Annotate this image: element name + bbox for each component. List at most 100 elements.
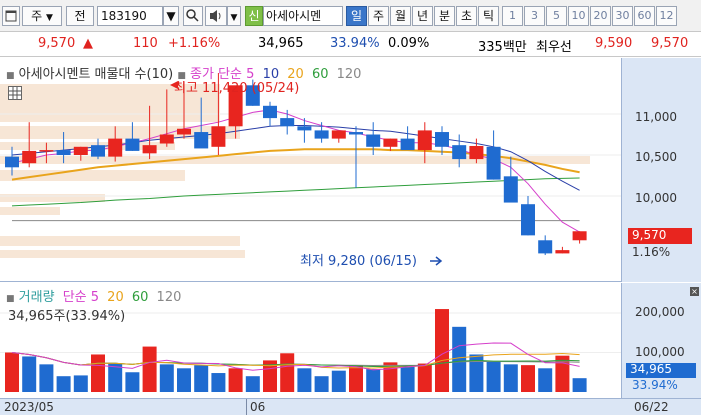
legend-marker-icon: ■ bbox=[6, 294, 15, 304]
candle-body bbox=[349, 132, 363, 135]
volume-bar bbox=[400, 366, 415, 392]
volume-bar bbox=[452, 326, 467, 392]
candle-body bbox=[572, 231, 587, 241]
vol-ma5-label: 5 bbox=[90, 290, 100, 305]
interval-tab[interactable]: 30 bbox=[612, 6, 633, 26]
volume-bar bbox=[331, 370, 346, 392]
price-chart-panel[interactable]: ■ 아세아시멘트 매물대 수(10) ■ 종가 단순 5 10 20 60 12… bbox=[0, 58, 621, 282]
y-tick-label: 10,000 bbox=[635, 191, 677, 205]
quote-bar: 9,570 ▲ 110 +1.16% 34,965 33.94% 0.09% 3… bbox=[0, 32, 701, 57]
volume-bar bbox=[228, 368, 243, 392]
month-divider bbox=[246, 399, 247, 415]
chevron-down-icon: ▼ bbox=[45, 13, 53, 23]
volume-bar bbox=[142, 346, 157, 392]
volume-bar bbox=[417, 363, 432, 392]
last-price: 9,570 bbox=[632, 228, 667, 242]
candle-body bbox=[400, 138, 415, 151]
speaker-icon[interactable] bbox=[205, 6, 227, 26]
volume-bar bbox=[211, 373, 226, 392]
last-price-pct: 1.16% bbox=[632, 245, 671, 259]
candle-body bbox=[280, 118, 295, 127]
volume-bar bbox=[503, 364, 518, 392]
ask-price: 9,590 bbox=[595, 36, 633, 51]
volume-bar bbox=[349, 365, 363, 392]
volume-ratio: 33.94% bbox=[330, 36, 380, 51]
market-label: 주 bbox=[31, 9, 43, 23]
period-tab[interactable]: 주 bbox=[368, 6, 389, 26]
volume-subtitle: 34,965주(33.94%) bbox=[8, 309, 126, 324]
prev-button[interactable]: 전 bbox=[66, 6, 94, 26]
volume-axis: × 200,000 100,000 34,965 33.94% bbox=[621, 283, 701, 398]
volume-bar bbox=[366, 369, 381, 392]
close-icon[interactable]: × bbox=[690, 287, 699, 296]
stock-chart-window: 주 ▼ 전 183190 ▼ ▼ 신 아세아시멘 일주월년분초틱 1 3 5 10 20… bbox=[0, 0, 701, 415]
volume-bar bbox=[108, 363, 123, 392]
vol-y-tick-label: 200,000 bbox=[635, 305, 685, 319]
vol-y-tick-label: 100,000 bbox=[635, 345, 685, 359]
period-tab[interactable]: 틱 bbox=[478, 6, 499, 26]
interval-tab[interactable]: 10 bbox=[568, 6, 589, 26]
candle-body bbox=[108, 138, 123, 157]
trade-amount: 335백만 bbox=[478, 40, 527, 55]
volume-bar bbox=[22, 356, 37, 392]
period-tab[interactable]: 분 bbox=[434, 6, 455, 26]
price-change-pct: +1.16% bbox=[168, 36, 221, 51]
last-volume: 34,965 bbox=[630, 362, 672, 376]
ma60-label: 60 bbox=[311, 67, 329, 82]
volume-bar bbox=[194, 365, 209, 392]
interval-tab[interactable]: 3 bbox=[524, 6, 545, 26]
window-icon[interactable] bbox=[2, 6, 20, 26]
current-price: 9,570 bbox=[38, 36, 76, 51]
candle-body bbox=[555, 250, 570, 254]
candle-body bbox=[383, 138, 398, 147]
last-price-tag: 9,570 bbox=[628, 228, 692, 244]
volume-bar bbox=[435, 309, 449, 392]
date-start: 2023/05 bbox=[4, 400, 54, 414]
search-icon[interactable] bbox=[183, 6, 203, 26]
code-dropdown-icon[interactable]: ▼ bbox=[163, 6, 179, 26]
period-tab[interactable]: 년 bbox=[412, 6, 433, 26]
volume-bar bbox=[538, 368, 553, 392]
vol-ma60-label: 60 bbox=[131, 290, 149, 305]
price-legend-stock: 아세아시멘트 매물대 수(10) bbox=[18, 67, 174, 82]
candle-body bbox=[486, 146, 501, 180]
interval-tab[interactable]: 60 bbox=[634, 6, 655, 26]
grid-icon[interactable] bbox=[8, 86, 22, 100]
date-axis: 2023/05 06 06/22 bbox=[0, 398, 701, 415]
stock-name-field[interactable]: 아세아시멘 bbox=[263, 6, 343, 26]
vol-ma20-label: 20 bbox=[107, 290, 124, 305]
volume-profile-band bbox=[0, 207, 60, 215]
candle-body bbox=[503, 176, 518, 203]
interval-tab[interactable]: 1 bbox=[502, 6, 523, 26]
interval-tab[interactable]: 12 bbox=[656, 6, 677, 26]
ma60-line bbox=[11, 177, 580, 207]
volume-bar bbox=[91, 354, 105, 392]
high-label: 최고 11,420 (05/24) bbox=[174, 81, 300, 96]
price-change: 110 bbox=[133, 36, 158, 51]
candle-body bbox=[331, 130, 346, 139]
interval-tab[interactable]: 20 bbox=[590, 6, 611, 26]
price-chart[interactable] bbox=[0, 58, 621, 282]
price-axis: 11,000 10,500 10,000 9,570 1.16% bbox=[621, 58, 701, 282]
period-tab[interactable]: 일 bbox=[346, 6, 367, 26]
ma120-label: 120 bbox=[336, 67, 362, 82]
volume-bar bbox=[73, 375, 88, 392]
legend-marker-icon: ■ bbox=[6, 71, 15, 81]
volume-bar bbox=[572, 378, 587, 392]
volume-profile-band bbox=[0, 170, 185, 181]
stock-code-input[interactable]: 183190 bbox=[97, 6, 163, 26]
credit-badge: 신 bbox=[245, 6, 263, 26]
interval-tab[interactable]: 5 bbox=[546, 6, 567, 26]
volume-bar bbox=[245, 376, 260, 392]
candle-body bbox=[263, 105, 277, 119]
period-tab[interactable]: 초 bbox=[456, 6, 477, 26]
up-arrow-icon: ▲ bbox=[83, 36, 93, 51]
market-select[interactable]: 주 ▼ bbox=[22, 6, 62, 26]
y-tick-label: 11,000 bbox=[635, 110, 677, 124]
volume-bar bbox=[39, 364, 54, 392]
volume-chart-panel[interactable]: ■ 거래량 단순 5 20 60 120 34,965주(33.94%) bbox=[0, 283, 621, 398]
candle-body bbox=[5, 156, 19, 168]
period-tab[interactable]: 월 bbox=[390, 6, 411, 26]
volume-bar bbox=[555, 355, 570, 392]
speaker-dropdown-icon[interactable]: ▼ bbox=[227, 6, 241, 26]
